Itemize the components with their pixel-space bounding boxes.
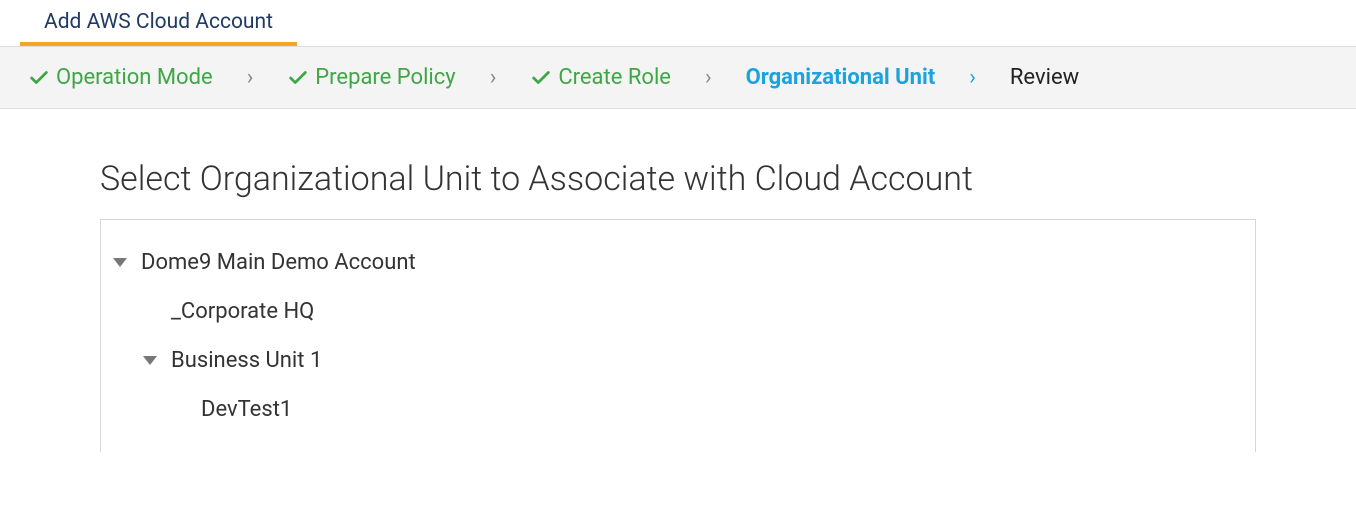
- tree-label: Dome9 Main Demo Account: [141, 250, 416, 275]
- tree-label: _Corporate HQ: [171, 299, 314, 324]
- org-unit-tree: Dome9 Main Demo Account _Corporate HQ Bu…: [100, 219, 1256, 452]
- wizard-steps: Operation Mode › Prepare Policy › Create…: [0, 47, 1356, 109]
- step-label: Prepare Policy: [315, 65, 455, 90]
- main-content: Select Organizational Unit to Associate …: [0, 109, 1356, 452]
- tree-label: Business Unit 1: [171, 348, 322, 373]
- tree-row-root[interactable]: Dome9 Main Demo Account: [113, 238, 1243, 287]
- chevron-right-icon: ›: [247, 65, 254, 90]
- toggle-spacer: [143, 307, 157, 316]
- check-icon: [28, 67, 50, 89]
- chevron-down-icon[interactable]: [143, 356, 157, 365]
- tree-row-corporate-hq[interactable]: _Corporate HQ: [113, 287, 1243, 336]
- tree-row-bu1[interactable]: Business Unit 1: [113, 336, 1243, 385]
- chevron-right-icon: ›: [490, 65, 497, 90]
- step-organizational-unit[interactable]: Organizational Unit: [746, 65, 936, 90]
- step-label: Organizational Unit: [746, 65, 936, 90]
- step-create-role[interactable]: Create Role: [530, 65, 671, 90]
- tabs-bar: Add AWS Cloud Account: [0, 0, 1356, 47]
- step-prepare-policy[interactable]: Prepare Policy: [287, 65, 455, 90]
- chevron-right-icon: ›: [969, 65, 976, 90]
- check-icon: [530, 67, 552, 89]
- chevron-right-icon: ›: [705, 65, 712, 90]
- toggle-spacer: [173, 405, 187, 414]
- chevron-down-icon[interactable]: [113, 258, 127, 267]
- step-label: Review: [1010, 65, 1079, 90]
- tree-row-devtest1[interactable]: DevTest1: [113, 385, 1243, 434]
- step-operation-mode[interactable]: Operation Mode: [28, 65, 213, 90]
- check-icon: [287, 67, 309, 89]
- tab-add-aws-cloud-account[interactable]: Add AWS Cloud Account: [20, 0, 297, 46]
- step-label: Operation Mode: [56, 65, 213, 90]
- tree-label: DevTest1: [201, 397, 292, 422]
- page-title: Select Organizational Unit to Associate …: [100, 159, 1256, 199]
- step-label: Create Role: [558, 65, 671, 90]
- step-review[interactable]: Review: [1010, 65, 1079, 90]
